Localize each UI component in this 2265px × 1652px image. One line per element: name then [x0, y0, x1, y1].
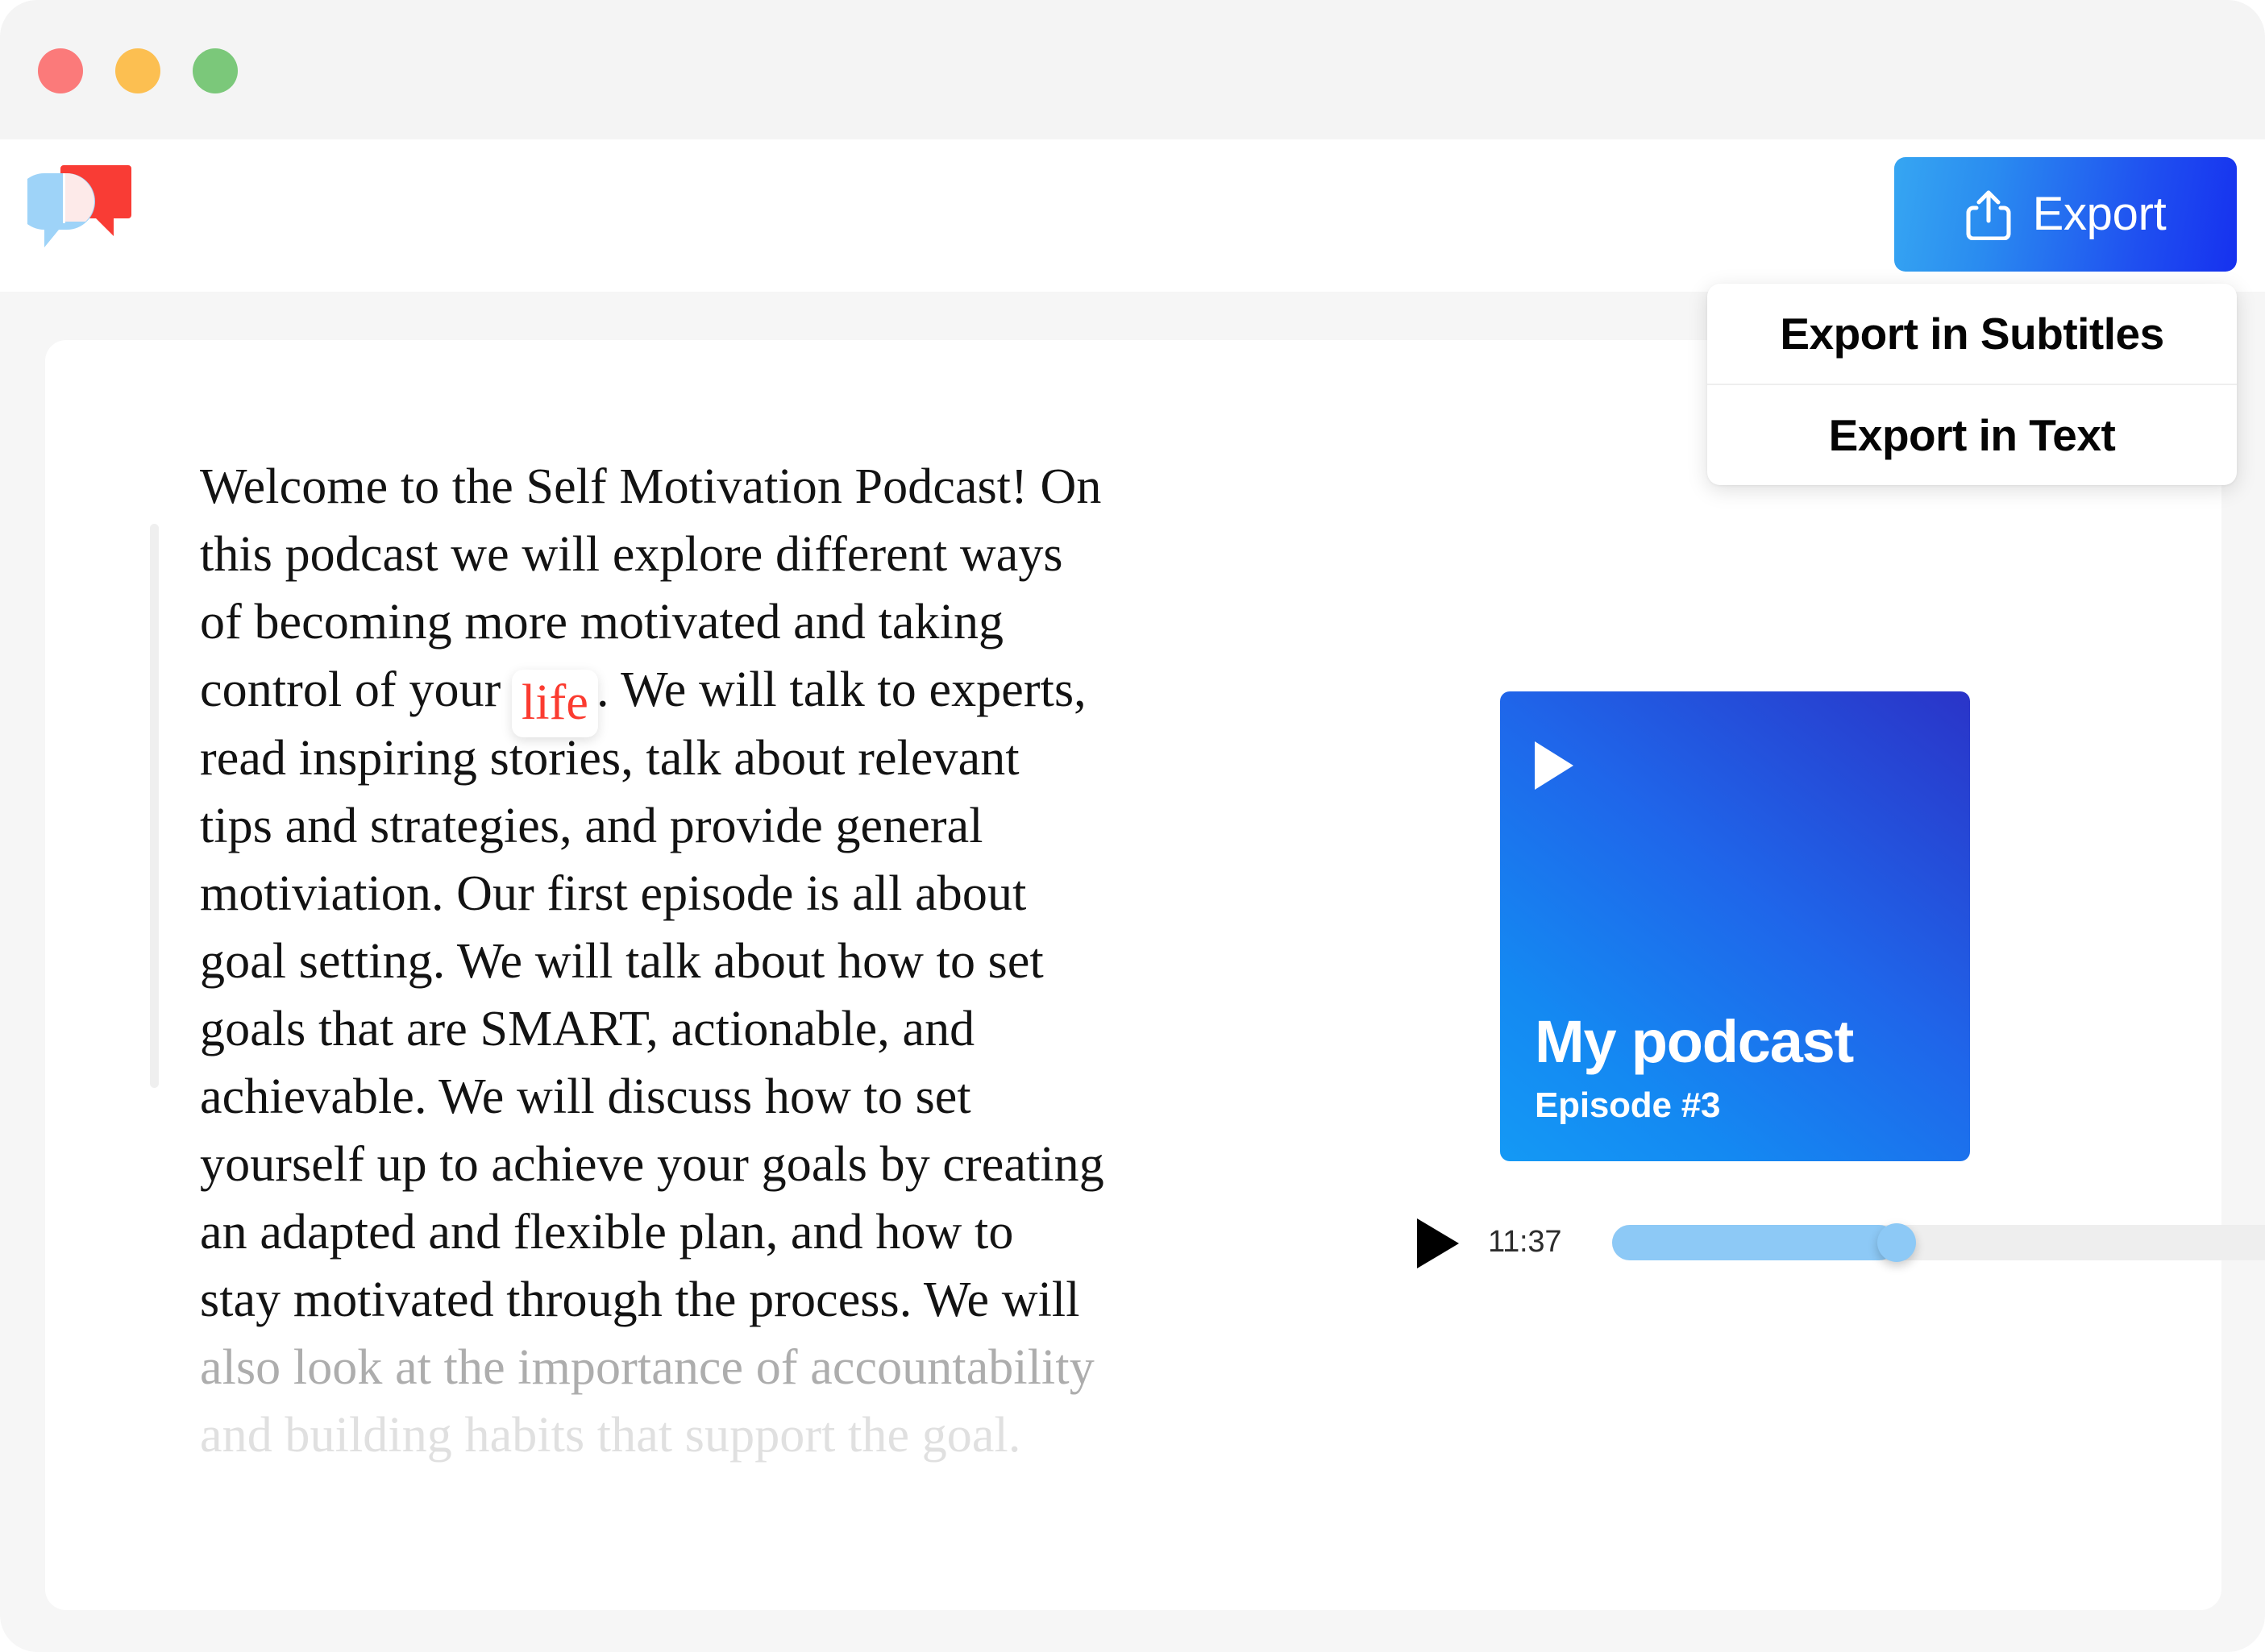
transcript-line: read inspiring stories, talk about relev… [200, 731, 1020, 786]
transcript-line: tips and strategies, and provide general [200, 799, 983, 853]
transcript-line: and building habits that support the goa… [200, 1408, 1021, 1463]
menu-item-export-subtitles[interactable]: Export in Subtitles [1707, 284, 2237, 384]
current-time-label: 11:37 [1488, 1225, 1562, 1259]
highlighted-word-chip[interactable]: life [512, 670, 599, 737]
transcript-line: goal setting. We will talk about how to … [200, 934, 1044, 989]
menu-item-export-text[interactable]: Export in Text [1707, 384, 2237, 485]
transcript-line: also look at the importance of accountab… [200, 1340, 1095, 1395]
traffic-light-group [38, 48, 238, 93]
window-titlebar [0, 0, 2265, 139]
transcript-line: of becoming more motivated and taking [200, 595, 1004, 650]
progress-slider[interactable] [1612, 1223, 2265, 1262]
app-toolbar: Export [0, 139, 2265, 292]
progress-thumb[interactable] [1876, 1223, 1916, 1262]
audio-player-controls: 11:37 [1415, 1201, 2265, 1281]
transcript-text[interactable]: Welcome to the Self Motivation Podcast! … [200, 453, 1151, 1469]
podcast-title: My podcast [1535, 1008, 1854, 1075]
content-card: Welcome to the Self Motivation Podcast! … [45, 340, 2265, 1610]
export-button[interactable]: Export [1894, 157, 2237, 272]
transcript-line: control of your life. We will talk to ex… [200, 656, 1151, 737]
app-window: Export Export in Subtitles Export in Tex… [0, 0, 2265, 1652]
transcript-line: Welcome to the Self Motivation Podcast! … [200, 459, 1102, 514]
transcript-line: motiviation. Our first episode is all ab… [200, 866, 1027, 921]
window-close-button[interactable] [38, 48, 83, 93]
window-maximize-button[interactable] [193, 48, 238, 93]
transcript-scrollbar[interactable] [150, 524, 159, 1088]
transcript-line: stay motivated through the process. We w… [200, 1272, 1080, 1327]
window-minimize-button[interactable] [115, 48, 160, 93]
transcript-line: an adapted and flexible plan, and how to [200, 1205, 1014, 1260]
transcript-line: goals that are SMART, actionable, and [200, 1002, 975, 1056]
export-dropdown-menu: Export in Subtitles Export in Text [1707, 284, 2237, 485]
progress-fill [1612, 1225, 1897, 1260]
share-upload-icon [1965, 189, 2012, 240]
podcast-episode: Episode #3 [1535, 1085, 1721, 1125]
transcript-line: yourself up to achieve your goals by cre… [200, 1137, 1104, 1192]
transcript-line: achievable. We will discuss how to set [200, 1069, 971, 1124]
export-button-label: Export [2032, 188, 2167, 240]
player-panel: My podcast Episode #3 11:37 [1415, 340, 2265, 1610]
app-logo[interactable] [27, 160, 161, 256]
transcript-line: this podcast we will explore different w… [200, 527, 1063, 582]
transcript-panel: Welcome to the Self Motivation Podcast! … [150, 453, 1149, 1484]
play-button[interactable] [1417, 1218, 1459, 1268]
podcast-cover-art[interactable]: My podcast Episode #3 [1500, 691, 1970, 1161]
cover-play-icon[interactable] [1535, 741, 1573, 790]
